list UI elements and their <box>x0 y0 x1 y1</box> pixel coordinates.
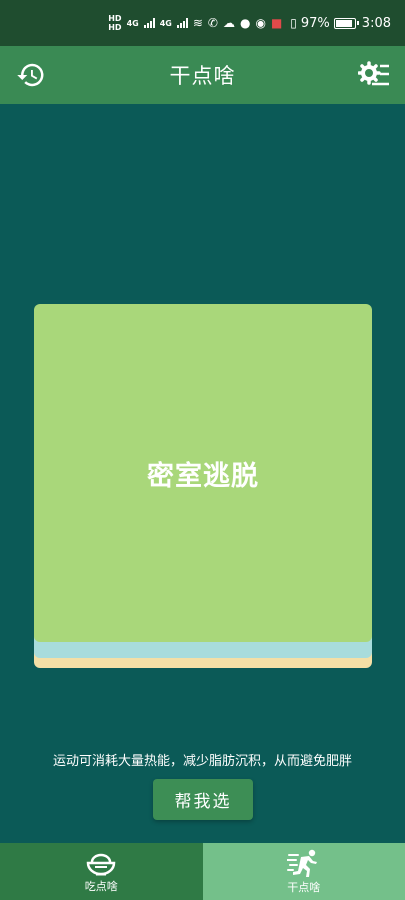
settings-button[interactable] <box>357 58 391 92</box>
nav-label-do: 干点啥 <box>287 880 321 894</box>
nav-item-eat[interactable]: 吃点啥 <box>0 843 203 900</box>
activity-card[interactable]: 密室逃脱 <box>34 304 372 642</box>
vibrate-icon: ▯ <box>290 16 297 30</box>
bottom-nav: 吃点啥 干点啥 <box>0 843 405 900</box>
penguin-icon: ● <box>239 16 251 30</box>
status-bar: HD HD 4G 4G ≋ ✆ ☁ ● ◉ ■ ▯ 97% 3:08 <box>0 0 405 46</box>
network-4g-label: 4G <box>126 18 139 28</box>
signal-hd-icon: HD HD <box>108 14 122 32</box>
battery-icon <box>333 17 359 29</box>
rice-bowl-icon <box>86 853 116 875</box>
settings-icon <box>358 61 389 86</box>
pick-for-me-button[interactable]: 帮我选 <box>153 779 253 820</box>
missed-call-icon: ✆ <box>207 16 218 30</box>
network-4g-label-2: 4G <box>159 18 172 28</box>
chat-icon: ◉ <box>255 16 266 30</box>
history-button[interactable] <box>14 58 48 92</box>
app-bar: 干点啥 <box>0 46 405 104</box>
history-icon <box>17 63 44 87</box>
signal-bars-icon <box>143 18 155 28</box>
signal-bars-icon-2 <box>176 18 188 28</box>
tip-text: 运动可消耗大量热能，减少脂肪沉积，从而避免肥胖 <box>52 754 352 769</box>
nav-item-do[interactable]: 干点啥 <box>202 843 405 900</box>
cloud-icon: ☁ <box>222 16 235 30</box>
clock: 3:08 <box>361 15 391 31</box>
battery-percent: 97% <box>300 15 330 31</box>
page-title: 干点啥 <box>169 64 236 88</box>
running-icon <box>286 849 317 877</box>
status-icons: HD HD 4G 4G ≋ ✆ ☁ ● ◉ ■ <box>108 14 282 32</box>
nav-label-eat: 吃点啥 <box>84 879 118 893</box>
activity-name: 密室逃脱 <box>147 460 259 492</box>
app-notification-icon: ■ <box>270 16 283 30</box>
activity-card-stack[interactable]: 密室逃脱 <box>34 304 372 668</box>
wifi-icon: ≋ <box>192 16 203 30</box>
